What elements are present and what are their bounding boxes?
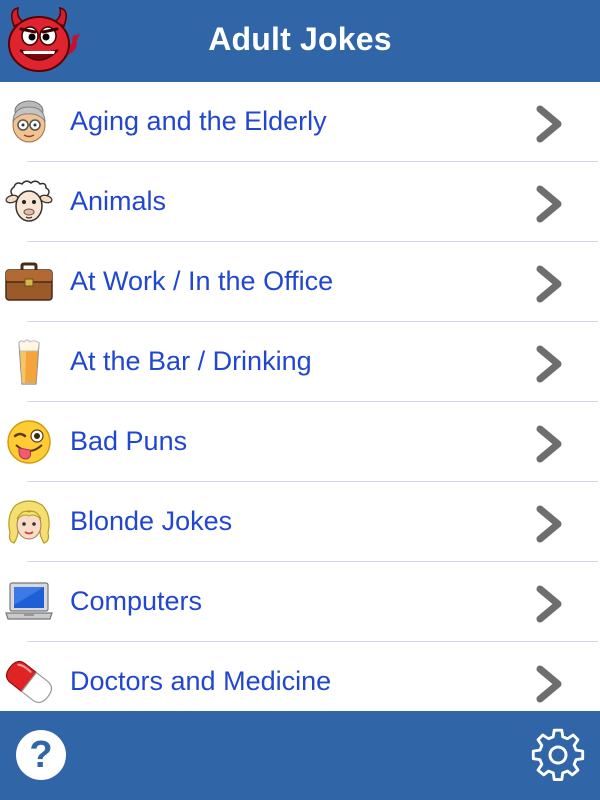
footer-bar: ? bbox=[0, 711, 600, 800]
list-item-aging[interactable]: Aging and the Elderly bbox=[0, 82, 600, 162]
chevron-right-icon bbox=[536, 665, 562, 703]
chevron-right-icon bbox=[536, 345, 562, 383]
chevron-right-icon bbox=[536, 105, 562, 143]
briefcase-icon bbox=[5, 262, 53, 301]
pill-icon bbox=[5, 660, 53, 704]
chevron-right-icon bbox=[536, 425, 562, 463]
list-item-doctors[interactable]: Doctors and Medicine bbox=[0, 642, 600, 712]
list-item-label: Animals bbox=[70, 186, 167, 216]
category-list: Aging and the Elderly Animals At Work / … bbox=[0, 82, 600, 712]
list-item-label: Bad Puns bbox=[70, 426, 188, 456]
app-screen: Adult Jokes Aging and the Elderly Animal… bbox=[0, 0, 600, 800]
list-item-label: Computers bbox=[70, 586, 203, 616]
elderly-woman-icon bbox=[12, 100, 46, 143]
list-item-bad-puns[interactable]: Bad Puns bbox=[0, 402, 600, 482]
help-button[interactable]: ? bbox=[16, 730, 66, 780]
list-item-label: At the Bar / Drinking bbox=[70, 346, 312, 376]
gear-icon[interactable] bbox=[531, 728, 585, 782]
app-title: Adult Jokes bbox=[208, 21, 392, 57]
list-item-label: Blonde Jokes bbox=[70, 506, 233, 536]
list-item-animals[interactable]: Animals bbox=[0, 162, 600, 242]
list-item-computers[interactable]: Computers bbox=[0, 562, 600, 642]
winking-tongue-face-icon bbox=[7, 420, 51, 464]
list-item-label: At Work / In the Office bbox=[70, 266, 334, 296]
list-item-at-work[interactable]: At Work / In the Office bbox=[0, 242, 600, 322]
header-bar: Adult Jokes bbox=[0, 0, 600, 82]
list-item-bar[interactable]: At the Bar / Drinking bbox=[0, 322, 600, 402]
sheep-icon bbox=[5, 180, 53, 222]
list-item-label: Doctors and Medicine bbox=[70, 666, 332, 696]
list-item-blonde[interactable]: Blonde Jokes bbox=[0, 482, 600, 562]
list-item-label: Aging and the Elderly bbox=[70, 106, 327, 136]
beer-glass-icon bbox=[18, 339, 40, 385]
laptop-icon bbox=[5, 582, 53, 620]
chevron-right-icon bbox=[536, 265, 562, 303]
chevron-right-icon bbox=[536, 505, 562, 543]
chevron-right-icon bbox=[536, 185, 562, 223]
chevron-right-icon bbox=[536, 585, 562, 623]
blonde-woman-icon bbox=[8, 500, 50, 544]
